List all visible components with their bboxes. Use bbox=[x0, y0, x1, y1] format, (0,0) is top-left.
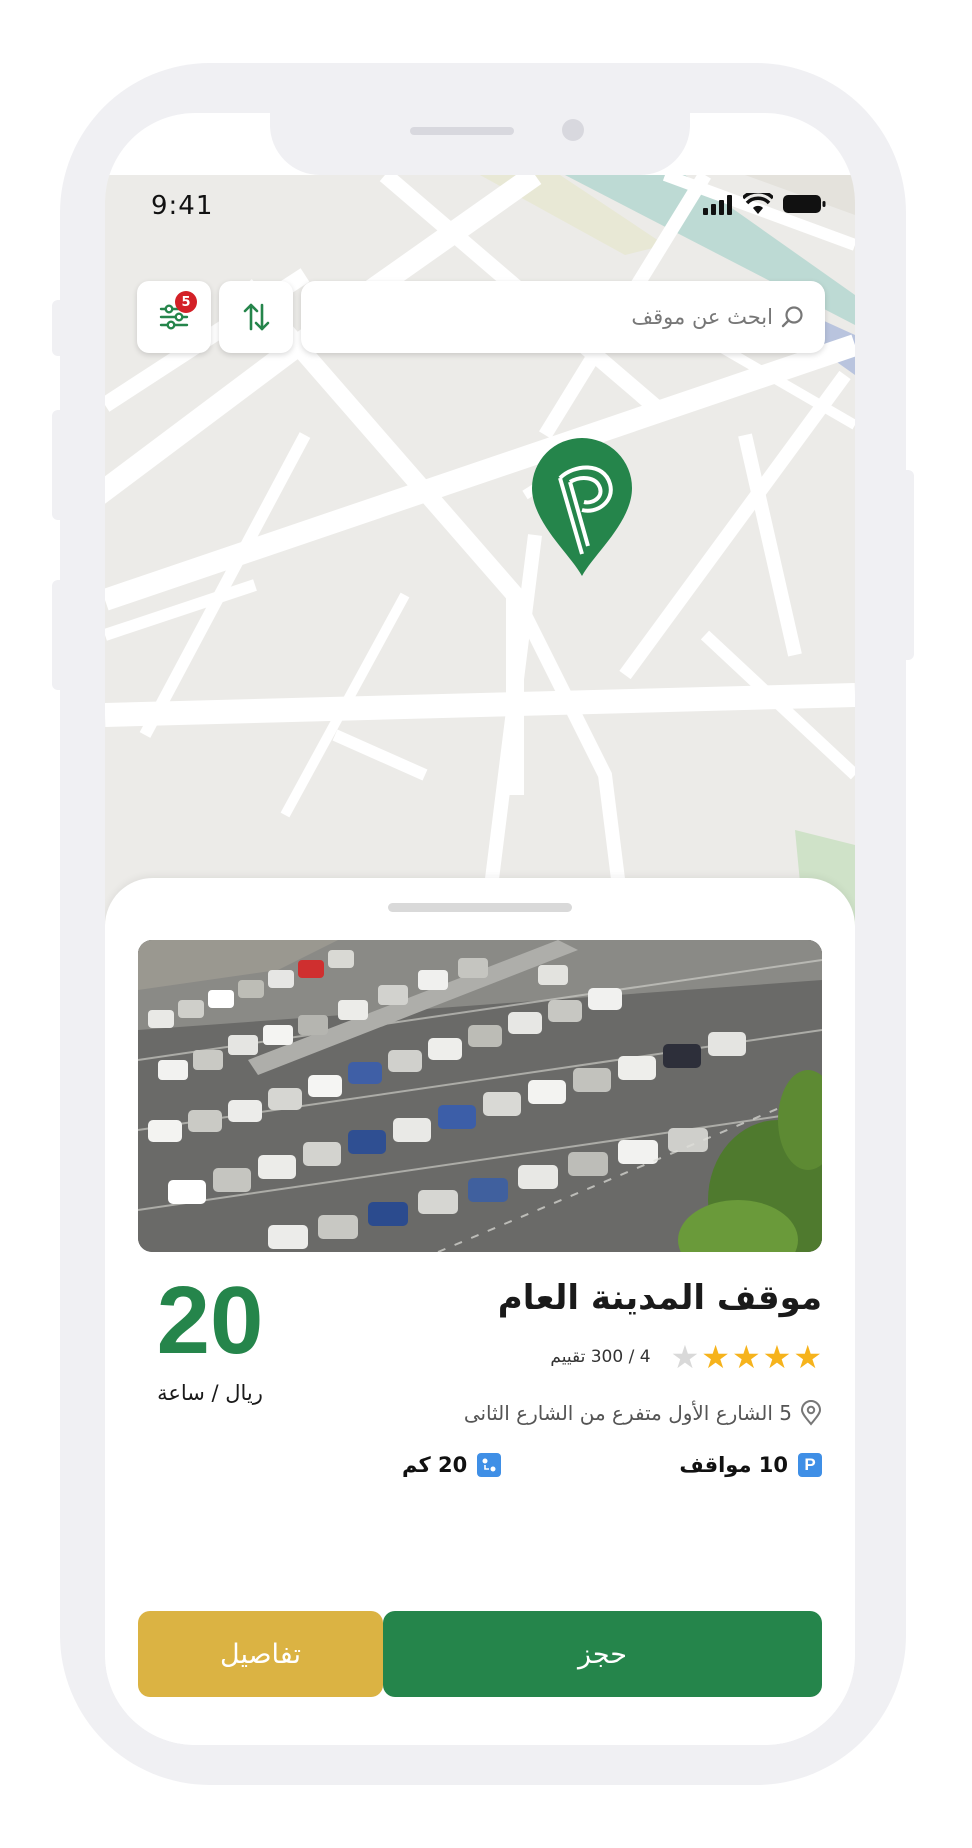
search-input[interactable] bbox=[475, 304, 775, 330]
sort-arrows-icon bbox=[243, 303, 270, 331]
info-row: P 10 مواقف 20 كم bbox=[402, 1453, 822, 1477]
sort-button[interactable] bbox=[219, 281, 293, 353]
parking-details-sheet: موقف المدينة العام ★ ★ ★ ★ ★ 4 / 300 تقييم 5… bbox=[105, 878, 855, 1745]
parking-photo bbox=[138, 940, 822, 1252]
distance-text: 20 كم bbox=[402, 1453, 468, 1477]
location-pin-icon bbox=[800, 1400, 822, 1426]
parking-pin-icon[interactable] bbox=[530, 436, 634, 582]
speaker bbox=[410, 127, 514, 135]
star-filled-icon: ★ bbox=[701, 1338, 730, 1376]
address-text: 5 الشارع الأول متفرع من الشارع الثانى bbox=[463, 1401, 792, 1425]
status-icons bbox=[703, 193, 827, 215]
search-bar-row: 5 bbox=[105, 281, 855, 353]
phone-screen: 9:41 5 ابحث عن موقف موقف المدينة العام ★… bbox=[105, 113, 855, 1745]
rating-text: 4 / 300 تقييم bbox=[550, 1347, 651, 1367]
distance-info: 20 كم bbox=[402, 1453, 502, 1477]
status-bar: 9:41 bbox=[105, 177, 855, 227]
distance-icon bbox=[477, 1453, 502, 1477]
side-button bbox=[52, 580, 66, 690]
wifi-icon bbox=[743, 193, 773, 214]
battery-icon bbox=[783, 195, 826, 213]
details-button[interactable]: تفاصيل bbox=[138, 1611, 383, 1697]
side-button bbox=[52, 410, 66, 520]
star-filled-icon: ★ bbox=[731, 1338, 761, 1376]
search-box[interactable] bbox=[301, 281, 825, 353]
filter-count-badge: 5 bbox=[175, 291, 197, 313]
parking-icon: P bbox=[798, 1453, 822, 1477]
price-unit: ريال / ساعة bbox=[157, 1381, 263, 1405]
address-row: 5 الشارع الأول متفرع من الشارع الثانى bbox=[464, 1400, 822, 1426]
star-filled-icon: ★ bbox=[793, 1338, 822, 1376]
parking-name: موقف المدينة العام bbox=[497, 1278, 822, 1318]
spots-info: P 10 مواقف bbox=[679, 1453, 822, 1477]
price-block: 20 ريال / ساعة bbox=[145, 1267, 275, 1406]
camera bbox=[562, 119, 584, 141]
price-value: 20 bbox=[156, 1267, 264, 1374]
star-filled-icon: ★ bbox=[762, 1338, 792, 1376]
status-time: 9:41 bbox=[151, 191, 214, 221]
side-button bbox=[900, 470, 914, 660]
rating-stars: ★ ★ ★ ★ ★ bbox=[671, 1341, 822, 1373]
side-button bbox=[52, 300, 66, 356]
rating-row: ★ ★ ★ ★ ★ 4 / 300 تقييم bbox=[550, 1341, 822, 1373]
notch bbox=[270, 113, 690, 175]
book-button[interactable]: حجز bbox=[383, 1611, 822, 1697]
filter-button[interactable]: 5 bbox=[137, 281, 211, 353]
star-empty-icon: ★ bbox=[670, 1338, 700, 1376]
spots-text: 10 مواقف bbox=[679, 1453, 788, 1477]
sheet-handle[interactable] bbox=[388, 903, 572, 912]
search-icon bbox=[781, 306, 803, 328]
signal-icon bbox=[703, 195, 732, 215]
